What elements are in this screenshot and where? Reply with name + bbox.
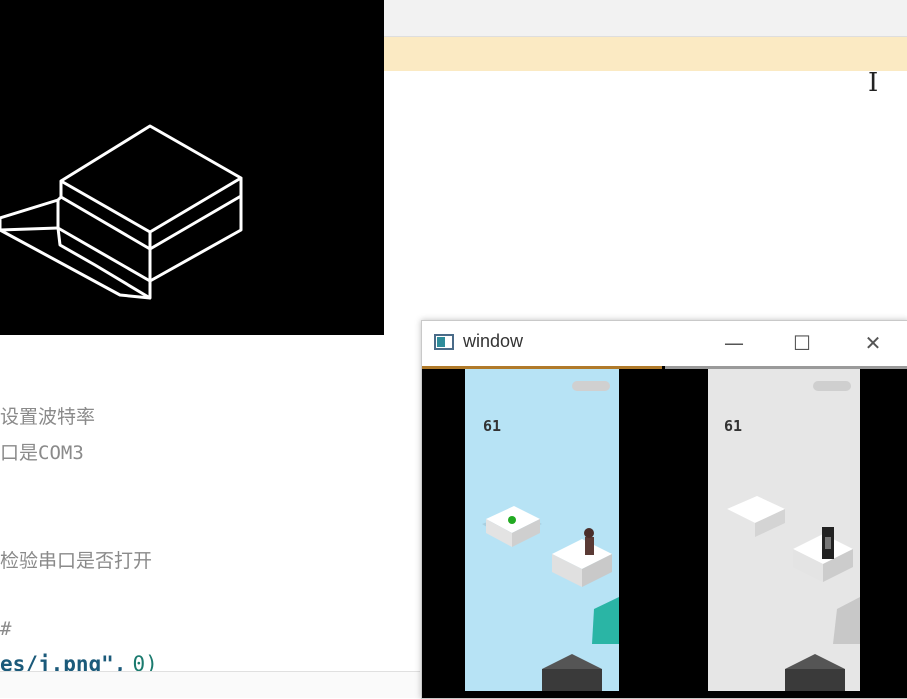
image-preview (0, 0, 384, 335)
game-scene-gray (708, 369, 860, 691)
code-comment-check-serial[interactable]: 检验串口是否打开 (0, 546, 152, 573)
wireframe-box-image (0, 124, 243, 300)
game-frame-original: 61 (422, 366, 662, 691)
code-comment-hash[interactable]: # (0, 618, 11, 640)
opencv-window[interactable]: window — ☐ ✕ 61 61 (421, 320, 907, 699)
window-content: 61 61 (422, 366, 907, 698)
close-button[interactable]: ✕ (850, 327, 896, 359)
minimize-button[interactable]: — (711, 327, 757, 359)
maximize-button[interactable]: ☐ (779, 327, 825, 359)
game-scene-color (465, 369, 619, 691)
code-comment-port[interactable]: 口是COM3 (0, 438, 84, 465)
window-title: window (463, 331, 524, 351)
current-line-highlight (384, 37, 907, 71)
score-left: 61 (483, 417, 502, 435)
score-right: 61 (724, 417, 743, 435)
window-titlebar[interactable]: window — ☐ ✕ (422, 321, 907, 365)
game-frame-processed: 61 (665, 366, 907, 691)
text-cursor-icon: I (868, 68, 879, 98)
editor-bottom-bar (0, 671, 420, 698)
window-app-icon (434, 334, 454, 350)
code-comment-baudrate[interactable]: 设置波特率 (0, 402, 95, 429)
